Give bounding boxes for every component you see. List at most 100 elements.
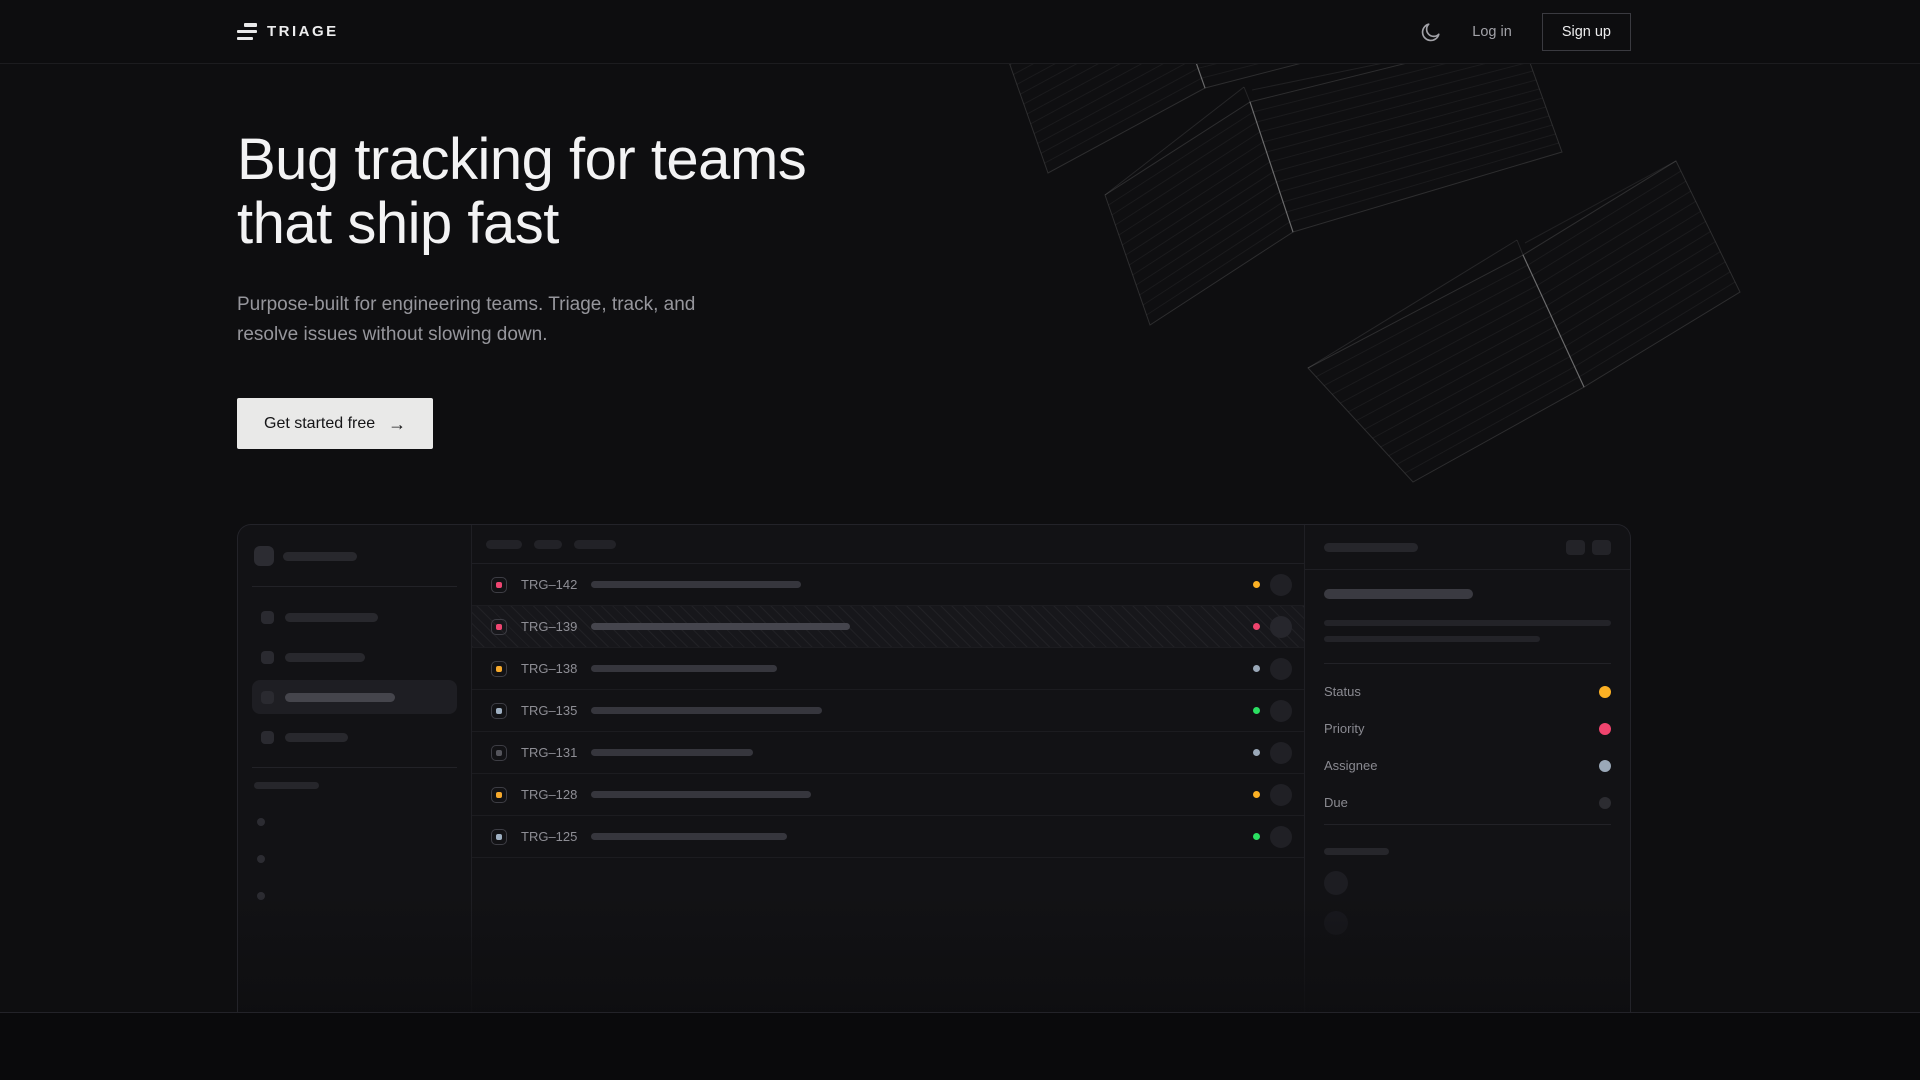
panel-action-button[interactable] bbox=[1592, 540, 1611, 555]
issue-type-icon bbox=[491, 703, 507, 719]
triage-logo-icon bbox=[237, 23, 257, 40]
hero-section: Bug tracking for teamsthat ship fast Pur… bbox=[0, 64, 1920, 524]
cta-label: Get started free bbox=[264, 415, 375, 433]
issue-row[interactable]: TRG–125 bbox=[472, 816, 1304, 858]
issue-title-skeleton bbox=[591, 791, 811, 798]
issue-row[interactable]: TRG–131 bbox=[472, 732, 1304, 774]
top-nav: TRIAGE Log in Sign up bbox=[0, 0, 1920, 64]
divider bbox=[252, 586, 457, 587]
issue-title-skeleton bbox=[591, 707, 822, 714]
issue-assignee-avatar bbox=[1270, 658, 1292, 680]
divider bbox=[252, 767, 457, 768]
issue-status-dot bbox=[1253, 623, 1260, 630]
panel-title-skeleton bbox=[1324, 543, 1418, 552]
sidebar-item-icon bbox=[261, 691, 274, 704]
property-label: Priority bbox=[1324, 721, 1364, 736]
comments-label-skeleton bbox=[1324, 848, 1389, 855]
sidebar-item-skeleton bbox=[285, 653, 365, 662]
issue-row[interactable]: TRG–135 bbox=[472, 690, 1304, 732]
get-started-button[interactable]: Get started free → bbox=[237, 398, 433, 449]
comment-avatar-skeleton bbox=[1324, 911, 1348, 935]
app-preview-window: TRG–142 TRG–139 TRG–138 TRG–135 TRG–131 … bbox=[237, 524, 1631, 1012]
signup-button[interactable]: Sign up bbox=[1542, 13, 1631, 51]
issue-row[interactable]: TRG–142 bbox=[472, 564, 1304, 606]
issue-row[interactable]: TRG–138 bbox=[472, 648, 1304, 690]
issue-assignee-avatar bbox=[1270, 616, 1292, 638]
issue-status-dot bbox=[1253, 749, 1260, 756]
property-label: Assignee bbox=[1324, 758, 1377, 773]
issue-id: TRG–128 bbox=[521, 787, 579, 802]
issue-assignee-avatar bbox=[1270, 574, 1292, 596]
sidebar-bullet bbox=[257, 855, 265, 863]
issue-detail-panel: Status Priority Assignee Due bbox=[1305, 525, 1630, 1012]
property-label: Due bbox=[1324, 795, 1348, 810]
theme-toggle-button[interactable] bbox=[1420, 21, 1442, 43]
filter-tab-skeleton bbox=[534, 540, 562, 549]
preview-sidebar bbox=[238, 525, 471, 1012]
issue-id: TRG–139 bbox=[521, 619, 579, 634]
sidebar-item bbox=[252, 640, 457, 674]
divider bbox=[1324, 663, 1611, 664]
issue-title-skeleton bbox=[591, 581, 801, 588]
issue-title-skeleton bbox=[591, 749, 753, 756]
issue-status-dot bbox=[1253, 581, 1260, 588]
issue-list: TRG–142 TRG–139 TRG–138 TRG–135 TRG–131 … bbox=[471, 525, 1305, 1012]
property-row[interactable]: Due bbox=[1324, 784, 1611, 821]
sidebar-item-icon bbox=[261, 731, 274, 744]
issue-id: TRG–138 bbox=[521, 661, 579, 676]
login-link[interactable]: Log in bbox=[1472, 24, 1512, 40]
issue-title-skeleton bbox=[591, 833, 787, 840]
workspace-name-skeleton bbox=[283, 552, 357, 561]
sidebar-item-skeleton bbox=[285, 693, 395, 702]
description-line-skeleton bbox=[1324, 636, 1540, 642]
issue-status-dot bbox=[1253, 707, 1260, 714]
issue-id: TRG–125 bbox=[521, 829, 579, 844]
issue-type-icon bbox=[491, 829, 507, 845]
property-value-dot bbox=[1599, 797, 1611, 809]
sidebar-bullet bbox=[257, 892, 265, 900]
property-value-dot bbox=[1599, 723, 1611, 735]
filter-tab-skeleton bbox=[486, 540, 522, 549]
sidebar-item-icon bbox=[261, 651, 274, 664]
issue-status-dot bbox=[1253, 665, 1260, 672]
issue-assignee-avatar bbox=[1270, 784, 1292, 806]
issue-id: TRG–142 bbox=[521, 577, 579, 592]
workspace-switcher bbox=[252, 539, 457, 573]
issue-row[interactable]: TRG–128 bbox=[472, 774, 1304, 816]
issue-row[interactable]: TRG–139 bbox=[472, 606, 1304, 648]
sidebar-item-active bbox=[252, 680, 457, 714]
issue-type-icon bbox=[491, 661, 507, 677]
filter-tab-skeleton bbox=[574, 540, 616, 549]
sidebar-bullet bbox=[257, 818, 265, 826]
issue-title-skeleton bbox=[591, 665, 777, 672]
divider bbox=[1324, 824, 1611, 825]
sidebar-item-icon bbox=[261, 611, 274, 624]
issue-status-dot bbox=[1253, 791, 1260, 798]
property-row[interactable]: Status bbox=[1324, 673, 1611, 710]
issue-type-icon bbox=[491, 577, 507, 593]
footer bbox=[0, 1012, 1920, 1080]
panel-action-button[interactable] bbox=[1566, 540, 1585, 555]
arrow-right-icon: → bbox=[388, 415, 406, 433]
issue-id: TRG–131 bbox=[521, 745, 579, 760]
comment-avatar-skeleton bbox=[1324, 871, 1348, 895]
sidebar-item-skeleton bbox=[285, 613, 378, 622]
property-row[interactable]: Priority bbox=[1324, 710, 1611, 747]
issue-status-dot bbox=[1253, 833, 1260, 840]
detail-panel-header bbox=[1305, 525, 1630, 570]
issue-title-skeleton bbox=[591, 623, 850, 630]
issue-assignee-avatar bbox=[1270, 742, 1292, 764]
sidebar-section-label-skeleton bbox=[254, 782, 319, 789]
landing-page: TRIAGE Log in Sign up Bug tracking for t… bbox=[0, 0, 1920, 1080]
workspace-avatar bbox=[254, 546, 274, 566]
property-value-dot bbox=[1599, 686, 1611, 698]
property-row[interactable]: Assignee bbox=[1324, 747, 1611, 784]
issue-type-icon bbox=[491, 745, 507, 761]
brand[interactable]: TRIAGE bbox=[237, 23, 339, 40]
issue-title-skeleton bbox=[1324, 589, 1473, 599]
property-value-dot bbox=[1599, 760, 1611, 772]
issue-type-icon bbox=[491, 619, 507, 635]
sidebar-item-skeleton bbox=[285, 733, 348, 742]
hero-title: Bug tracking for teamsthat ship fast bbox=[237, 128, 806, 256]
issue-id: TRG–135 bbox=[521, 703, 579, 718]
